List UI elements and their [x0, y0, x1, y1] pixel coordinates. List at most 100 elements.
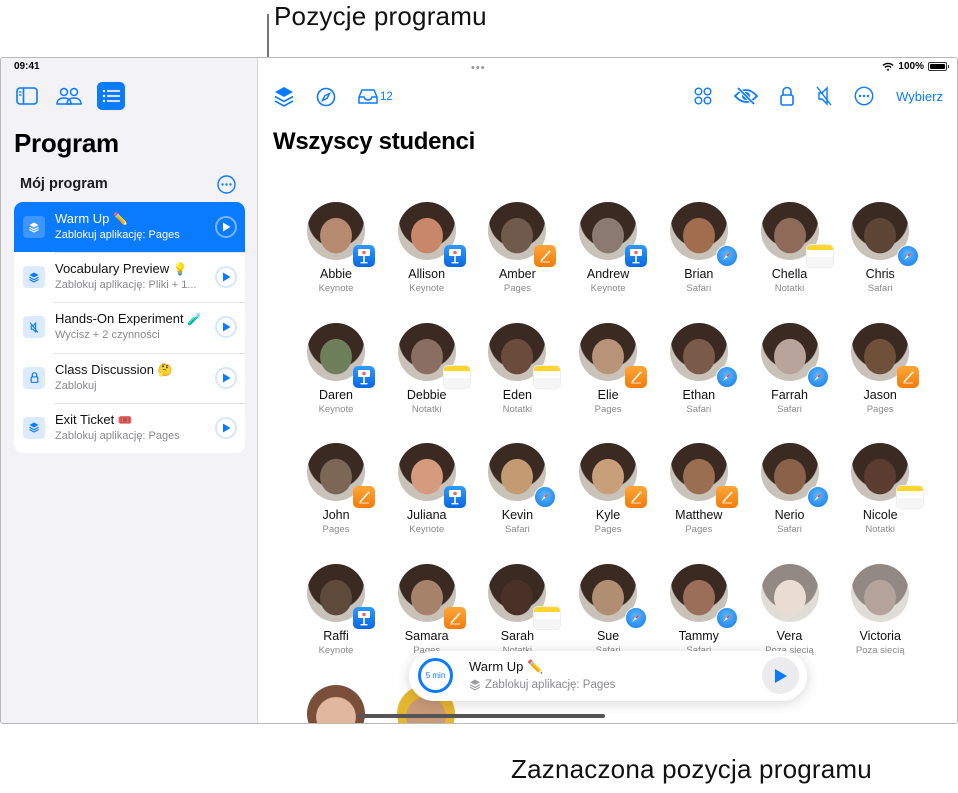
program-item-subtitle: Zablokuj aplikację: Pliki + 1... — [55, 279, 197, 292]
student-tile[interactable]: Abbie Keynote — [291, 202, 381, 294]
safari-app-icon — [715, 365, 738, 388]
student-tile[interactable]: Tammy Safari — [654, 563, 744, 656]
student-tile[interactable]: Juliana Keynote — [382, 443, 472, 535]
student-tile[interactable]: Eden Notatki — [472, 322, 562, 415]
start-button[interactable] — [762, 657, 799, 694]
program-item[interactable]: Hands-On Experiment 🧪 Wycisz + 2 czynnoś… — [14, 302, 245, 352]
student-tile[interactable]: Sue Safari — [563, 563, 653, 656]
student-tile[interactable]: Brian Safari — [654, 202, 744, 294]
selected-program-item-bar[interactable]: 5 min Warm Up ✏️ Zablokuj aplikację: Pag… — [409, 651, 807, 701]
student-app: Pages — [322, 524, 350, 535]
program-list-button[interactable] — [97, 82, 125, 110]
student-tile[interactable]: Jason Pages — [835, 322, 925, 415]
student-name: Debbie — [406, 387, 447, 402]
program-item-subtitle: Zablokuj — [55, 379, 97, 392]
play-button[interactable] — [215, 316, 237, 339]
groups-button[interactable] — [694, 87, 712, 105]
student-tile[interactable]: Andrew Keynote — [563, 202, 653, 294]
student-name: Matthew — [675, 508, 723, 522]
play-icon — [222, 373, 230, 383]
student-app: Pages — [685, 524, 713, 535]
inbox-button[interactable]: 12 — [358, 89, 393, 105]
student-tile[interactable]: Vera Poza siecią — [745, 563, 835, 656]
student-tile[interactable]: Victoria Poza siecią — [835, 563, 925, 656]
hide-screens-button[interactable] — [734, 87, 759, 105]
home-indicator[interactable] — [357, 714, 605, 718]
divider — [54, 252, 245, 254]
program-item-title: Exit Ticket 🎟️ — [55, 411, 133, 427]
student-name: Juliana — [406, 508, 447, 522]
student-tile[interactable]: Debbie Notatki — [382, 322, 472, 415]
students-button[interactable] — [55, 82, 83, 110]
notes-app-icon — [897, 486, 924, 508]
navigate-button[interactable] — [316, 87, 336, 107]
lock-icon — [23, 366, 45, 389]
student-tile[interactable]: Elie Pages — [563, 322, 653, 415]
student-avatar-partial[interactable] — [307, 685, 365, 723]
sidebar: 09:41 Program Mój program Warm Up ✏️ Zab… — [1, 58, 258, 723]
keynote-app-icon — [443, 245, 466, 267]
safari-app-icon — [534, 486, 557, 508]
student-tile[interactable]: Farrah Safari — [745, 322, 835, 415]
lock-button[interactable] — [780, 86, 794, 106]
students-icon — [56, 87, 82, 105]
student-tile[interactable]: Chris Safari — [835, 202, 925, 294]
student-tile[interactable]: Sarah Notatki — [472, 563, 562, 656]
play-button[interactable] — [215, 216, 237, 238]
safari-app-icon — [715, 606, 738, 629]
student-tile[interactable]: Nicole Notatki — [835, 443, 925, 535]
student-tile[interactable]: Allison Keynote — [382, 202, 472, 294]
student-tile[interactable]: John Pages — [291, 443, 381, 535]
emoji: 💡 — [172, 262, 188, 277]
pages-app-icon — [715, 486, 738, 508]
student-tile[interactable]: Raffi Keynote — [291, 563, 381, 656]
divider — [54, 302, 245, 304]
play-button[interactable] — [215, 416, 237, 439]
apps-button[interactable] — [274, 86, 294, 108]
play-button[interactable] — [215, 366, 237, 389]
program-item[interactable]: Vocabulary Preview 💡 Zablokuj aplikację:… — [14, 252, 245, 302]
student-tile[interactable]: Kevin Safari — [472, 443, 562, 535]
student-tile[interactable]: Samara Pages — [382, 563, 472, 656]
student-app: Keynote — [409, 283, 445, 294]
student-tile[interactable]: Chella Notatki — [745, 202, 835, 294]
safari-app-icon — [715, 245, 738, 267]
student-tile[interactable]: Matthew Pages — [654, 443, 744, 535]
student-name: John — [322, 508, 350, 522]
student-tile[interactable]: Ethan Safari — [654, 322, 744, 415]
program-item[interactable]: Class Discussion 🤔 Zablokuj — [14, 352, 245, 403]
sidebar-toggle-button[interactable] — [13, 82, 41, 110]
layers-icon — [274, 87, 294, 107]
multitasking-dots[interactable]: ••• — [471, 62, 486, 74]
student-tile[interactable]: Amber Pages — [472, 202, 562, 294]
sidebar-title: Program — [14, 128, 119, 158]
keynote-app-icon — [353, 365, 375, 388]
program-item-title: Hands-On Experiment 🧪 — [55, 311, 203, 327]
program-item[interactable]: Exit Ticket 🎟️ Zablokuj aplikację: Pages — [14, 402, 245, 453]
program-item-subtitle: Zablokuj aplikację: Pages — [55, 429, 180, 442]
program-item[interactable]: Warm Up ✏️ Zablokuj aplikację: Pages — [14, 202, 245, 253]
layers-icon — [23, 216, 45, 238]
student-name: Eden — [502, 387, 532, 402]
battery-percent: 100% — [898, 61, 924, 72]
student-name: Allison — [408, 267, 446, 281]
now-subtitle-text: Zablokuj aplikację: Pages — [485, 679, 616, 691]
program-item-subtitle: Wycisz + 2 czynności — [55, 329, 160, 342]
lock-icon — [780, 86, 794, 106]
main-panel: ••• 100% 12 Wybierz Wszyscy studenci Abb… — [258, 58, 957, 723]
list-icon — [102, 89, 120, 103]
student-app: Keynote — [318, 403, 354, 415]
student-tile[interactable]: Nerio Safari — [745, 443, 835, 535]
play-button[interactable] — [215, 266, 237, 289]
more-button[interactable] — [854, 86, 874, 106]
safari-app-icon — [806, 486, 829, 508]
notes-app-icon — [534, 365, 561, 388]
pages-app-icon — [897, 365, 920, 388]
student-tile[interactable]: Kyle Pages — [563, 443, 653, 535]
inbox-tray-icon — [358, 89, 378, 104]
select-button[interactable]: Wybierz — [896, 89, 943, 104]
mute-button[interactable] — [816, 86, 832, 106]
program-more-button[interactable] — [217, 175, 236, 199]
student-tile[interactable]: Daren Keynote — [291, 322, 381, 415]
ipad-screen: 09:41 Program Mój program Warm Up ✏️ Zab… — [0, 57, 958, 724]
